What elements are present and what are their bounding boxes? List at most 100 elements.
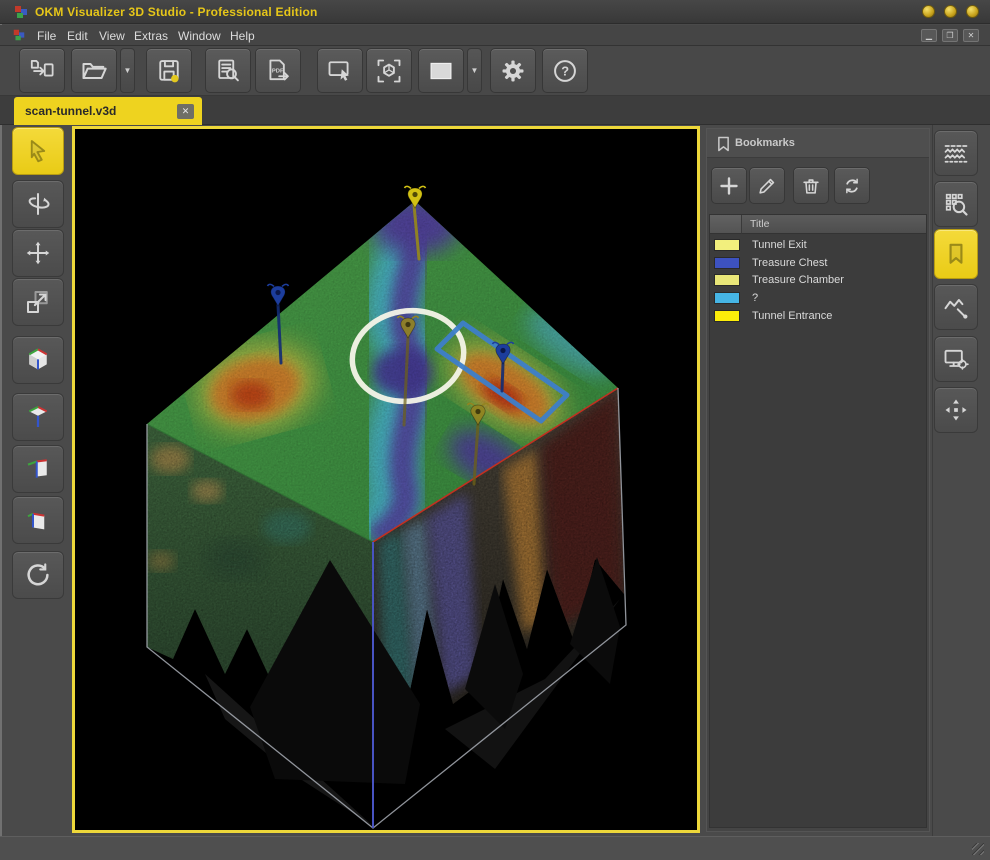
- background-color-icon: [427, 57, 455, 85]
- grid-search-button[interactable]: [934, 181, 978, 227]
- menu-bar: File Edit View Extras Window Help ▁ ❐ ✕: [0, 25, 990, 46]
- svg-text:?: ?: [561, 63, 569, 78]
- bookmark-row-tunnel-entrance[interactable]: Tunnel Entrance: [710, 307, 926, 324]
- bookmark-title: Tunnel Exit: [752, 239, 807, 251]
- open-file-icon: [80, 57, 108, 85]
- fit-3d-view-button[interactable]: [366, 48, 412, 93]
- menu-view[interactable]: View: [95, 28, 129, 44]
- front-view-button[interactable]: [12, 496, 64, 544]
- settings-gear-icon: [499, 57, 527, 85]
- scale-view-button[interactable]: [12, 278, 64, 326]
- move-cross-icon: [942, 396, 970, 424]
- reset-rotation-button[interactable]: [12, 551, 64, 599]
- screen-gear-icon: [942, 345, 970, 373]
- open-file-button[interactable]: [71, 48, 117, 93]
- bookmark-add-button[interactable]: [711, 167, 747, 204]
- menu-file[interactable]: File: [33, 28, 60, 44]
- menu-extras[interactable]: Extras: [130, 28, 172, 44]
- fit-3d-view-icon: [375, 57, 403, 85]
- plus-icon: [717, 174, 741, 198]
- restore-button[interactable]: ❐: [942, 29, 958, 42]
- bookmarks-toggle-button[interactable]: [934, 229, 978, 279]
- color-swatch: [714, 292, 740, 304]
- import-scan-icon: [29, 57, 56, 84]
- screen-settings-button[interactable]: [934, 336, 978, 382]
- color-swatch: [714, 274, 740, 286]
- bookmark-edit-button[interactable]: [749, 167, 785, 204]
- screen-capture-icon: [326, 57, 354, 85]
- help-button[interactable]: ?: [542, 48, 588, 93]
- iso-view-button[interactable]: [12, 336, 64, 384]
- bookmark-row-tunnel-exit[interactable]: Tunnel Exit: [710, 236, 926, 253]
- bookmark-refresh-button[interactable]: [834, 167, 870, 204]
- ground-layers-icon: [942, 139, 970, 167]
- bookmark-delete-button[interactable]: [793, 167, 829, 204]
- front-view-icon: [23, 505, 53, 535]
- bookmark-row-treasure-chest[interactable]: Treasure Chest: [710, 254, 926, 271]
- signal-filter-button[interactable]: [934, 284, 978, 330]
- side-view-icon: [23, 454, 53, 484]
- report-preview-button[interactable]: [205, 48, 251, 93]
- ground-level-button[interactable]: [934, 130, 978, 176]
- color-column-header[interactable]: [710, 215, 742, 234]
- tab-label: scan-tunnel.v3d: [25, 104, 177, 118]
- main-toolbar: ▼ PDF: [0, 46, 990, 96]
- signal-analysis-icon: [942, 293, 970, 321]
- pencil-icon: [756, 175, 778, 197]
- tab-close-icon[interactable]: ✕: [177, 104, 194, 119]
- background-color-dropdown[interactable]: ▼: [467, 48, 482, 93]
- bookmarks-panel: Bookmarks Title: [706, 128, 930, 832]
- title-column-header[interactable]: Title: [742, 215, 926, 234]
- app-logo-icon: [13, 4, 29, 20]
- viewport-3d[interactable]: [72, 126, 700, 833]
- titlebar-dot-1[interactable]: [922, 5, 935, 18]
- trash-icon: [800, 175, 822, 197]
- bookmark-ribbon-icon: [943, 240, 969, 268]
- titlebar-dot-2[interactable]: [944, 5, 957, 18]
- tab-scan-tunnel[interactable]: scan-tunnel.v3d ✕: [14, 97, 202, 125]
- bookmark-icon: [717, 136, 730, 152]
- color-swatch: [714, 310, 740, 322]
- document-tab-bar: scan-tunnel.v3d ✕: [0, 96, 990, 125]
- bookmark-row-question[interactable]: ?: [710, 289, 926, 306]
- bookmark-title: ?: [752, 292, 758, 304]
- iso-cube-icon: [23, 345, 53, 375]
- bookmark-title: Treasure Chest: [752, 257, 827, 269]
- bookmark-title: Tunnel Entrance: [752, 310, 832, 322]
- help-icon: ?: [551, 57, 579, 85]
- rotate-view-button[interactable]: [12, 180, 64, 228]
- close-button[interactable]: ✕: [963, 29, 979, 42]
- screen-capture-button[interactable]: [317, 48, 363, 93]
- save-file-button[interactable]: [146, 48, 192, 93]
- menu-window[interactable]: Window: [174, 28, 225, 44]
- application-window: OKM Visualizer 3D Studio - Professional …: [0, 0, 990, 860]
- titlebar-dot-3[interactable]: [966, 5, 979, 18]
- pan-view-button[interactable]: [12, 229, 64, 277]
- minimize-button[interactable]: ▁: [921, 29, 937, 42]
- bookmarks-table: Title Tunnel Exit Treasure Chest Treasur…: [709, 214, 927, 828]
- select-tool-button[interactable]: [12, 127, 64, 175]
- export-pdf-button[interactable]: PDF: [255, 48, 301, 93]
- settings-button[interactable]: [490, 48, 536, 93]
- import-scan-button[interactable]: [19, 48, 65, 93]
- top-view-icon: [23, 402, 53, 432]
- svg-text:PDF: PDF: [272, 68, 284, 74]
- position-control-button[interactable]: [934, 387, 978, 433]
- bookmark-title: Treasure Chamber: [752, 274, 844, 286]
- table-header-row: Title: [710, 215, 926, 234]
- bookmark-row-treasure-chamber[interactable]: Treasure Chamber: [710, 271, 926, 288]
- menu-help[interactable]: Help: [226, 28, 259, 44]
- scan-3d-scene: [75, 129, 697, 830]
- background-color-button[interactable]: [418, 48, 464, 93]
- menu-edit[interactable]: Edit: [63, 28, 92, 44]
- scale-resize-icon: [23, 287, 53, 317]
- top-view-button[interactable]: [12, 393, 64, 441]
- bookmarks-header: Bookmarks: [707, 129, 929, 158]
- window-title: OKM Visualizer 3D Studio - Professional …: [35, 5, 318, 19]
- select-cursor-icon: [23, 136, 53, 166]
- side-view-button[interactable]: [12, 445, 64, 493]
- grid-search-icon: [942, 190, 970, 218]
- app-logo-icon-small: [12, 28, 26, 42]
- open-file-dropdown[interactable]: ▼: [120, 48, 135, 93]
- resize-grip[interactable]: [972, 843, 984, 855]
